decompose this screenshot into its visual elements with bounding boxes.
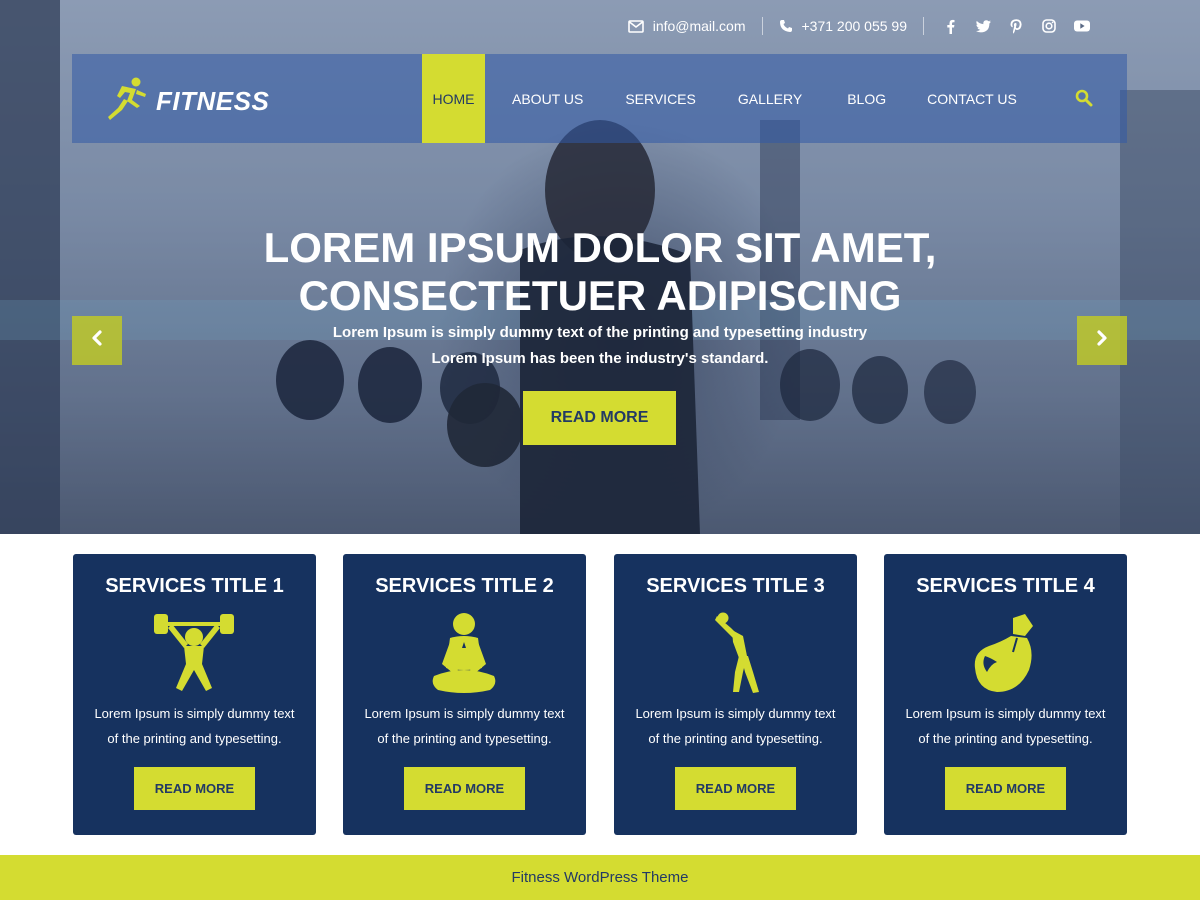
boxing-glove-icon <box>974 614 1033 692</box>
hero-title-line-2: CONSECTETUER ADIPISCING <box>298 272 902 319</box>
nav-label: ABOUT US <box>512 90 584 107</box>
service-read-more-button[interactable]: READ MORE <box>945 767 1066 810</box>
service-title: SERVICES TITLE 4 <box>916 575 1095 597</box>
service-description-line-1: Lorem Ipsum is simply dummy text <box>905 706 1106 721</box>
service-description-line-2: of the printing and typesetting. <box>377 731 552 746</box>
phone-item[interactable]: +371 200 055 99 <box>779 18 908 34</box>
envelope-icon <box>627 19 644 33</box>
slider-prev-button[interactable] <box>72 316 122 365</box>
service-description: Lorem Ipsum is simply dummy text of the … <box>898 701 1113 751</box>
main-nav: HOME ABOUT US SERVICES GALLERY BLOG CONT… <box>422 54 1017 143</box>
services-section: SERVICES TITLE 1 Lorem Ipsum is simply d… <box>73 554 1127 835</box>
nav-item-gallery[interactable]: GALLERY <box>738 54 802 143</box>
logo-text: FITNESS <box>156 86 270 116</box>
pinterest-icon[interactable] <box>1008 18 1024 34</box>
social-links <box>942 18 1090 34</box>
contact-bar: info@mail.com +371 200 055 99 <box>627 14 1090 38</box>
email-item[interactable]: info@mail.com <box>627 18 746 34</box>
service-description-line-2: of the printing and typesetting. <box>918 731 1093 746</box>
divider <box>761 17 763 35</box>
service-card: SERVICES TITLE 3 Lorem Ipsum is simply d… <box>614 554 857 835</box>
service-title: SERVICES TITLE 1 <box>105 575 284 597</box>
service-read-more-button[interactable]: READ MORE <box>675 767 796 810</box>
service-title: SERVICES TITLE 3 <box>646 575 825 597</box>
service-card: SERVICES TITLE 4 Lorem Ipsum is simply d… <box>884 554 1127 835</box>
phone-text[interactable]: +371 200 055 99 <box>802 18 908 34</box>
service-description-line-1: Lorem Ipsum is simply dummy text <box>635 706 836 721</box>
site-logo[interactable]: FITNESS <box>106 76 269 127</box>
nav-item-blog[interactable]: BLOG <box>847 54 886 143</box>
divider <box>923 17 924 35</box>
service-read-more-button[interactable]: READ MORE <box>404 767 525 810</box>
nav-label: BLOG <box>847 90 887 107</box>
instagram-icon[interactable] <box>1041 18 1057 34</box>
nav-item-home[interactable]: HOME <box>422 54 485 143</box>
hero-title: LOREM IPSUM DOLOR SIT AMET, CONSECTETUER… <box>200 224 1000 320</box>
nav-label: GALLERY <box>737 90 803 107</box>
footer-text[interactable]: Fitness WordPress Theme <box>511 869 688 886</box>
service-card: SERVICES TITLE 2 Lorem Ipsum is simply d… <box>343 554 586 835</box>
nav-label: SERVICES <box>625 90 696 107</box>
hero-subtitle-line-2: Lorem Ipsum has been the industry's stan… <box>431 350 769 367</box>
nav-label: CONTACT US <box>927 90 1017 107</box>
nav-label: HOME <box>432 90 475 107</box>
facebook-icon[interactable] <box>942 18 958 34</box>
hero-read-more-button[interactable]: READ MORE <box>523 391 676 445</box>
service-description: Lorem Ipsum is simply dummy text of the … <box>357 701 572 751</box>
runner-icon <box>106 76 150 127</box>
twitter-icon[interactable] <box>975 18 991 34</box>
service-description-line-2: of the printing and typesetting. <box>107 731 282 746</box>
youtube-icon[interactable] <box>1074 18 1090 34</box>
slider-next-button[interactable] <box>1077 316 1127 365</box>
service-card: SERVICES TITLE 1 Lorem Ipsum is simply d… <box>73 554 316 835</box>
nav-item-about-us[interactable]: ABOUT US <box>512 54 583 143</box>
weightlifter-icon <box>154 614 234 691</box>
search-icon[interactable] <box>1075 89 1093 107</box>
phone-icon <box>779 19 793 33</box>
service-title: SERVICES TITLE 2 <box>375 575 554 597</box>
service-read-more-button[interactable]: READ MORE <box>134 767 255 810</box>
hero-title-line-1: LOREM IPSUM DOLOR SIT AMET, <box>263 224 937 271</box>
nav-item-contact-us[interactable]: CONTACT US <box>927 54 1017 143</box>
site-footer: Fitness WordPress Theme <box>0 855 1200 900</box>
stretching-icon <box>715 612 759 693</box>
service-description-line-1: Lorem Ipsum is simply dummy text <box>364 706 565 721</box>
chevron-left-icon <box>90 330 104 351</box>
main-navbar: FITNESS HOME ABOUT US SERVICES GALLERY B… <box>72 54 1127 143</box>
hero-slider: info@mail.com +371 200 055 99 FITNESS HO… <box>0 0 1200 534</box>
chevron-right-icon <box>1095 330 1109 351</box>
service-description-line-2: of the printing and typesetting. <box>648 731 823 746</box>
email-text[interactable]: info@mail.com <box>653 18 746 34</box>
meditation-icon <box>432 613 496 693</box>
service-description-line-1: Lorem Ipsum is simply dummy text <box>94 706 295 721</box>
service-description: Lorem Ipsum is simply dummy text of the … <box>87 701 302 751</box>
service-description: Lorem Ipsum is simply dummy text of the … <box>628 701 843 751</box>
hero-subtitle: Lorem Ipsum is simply dummy text of the … <box>300 320 900 372</box>
hero-subtitle-line-1: Lorem Ipsum is simply dummy text of the … <box>332 324 868 341</box>
nav-item-services[interactable]: SERVICES <box>625 54 696 143</box>
